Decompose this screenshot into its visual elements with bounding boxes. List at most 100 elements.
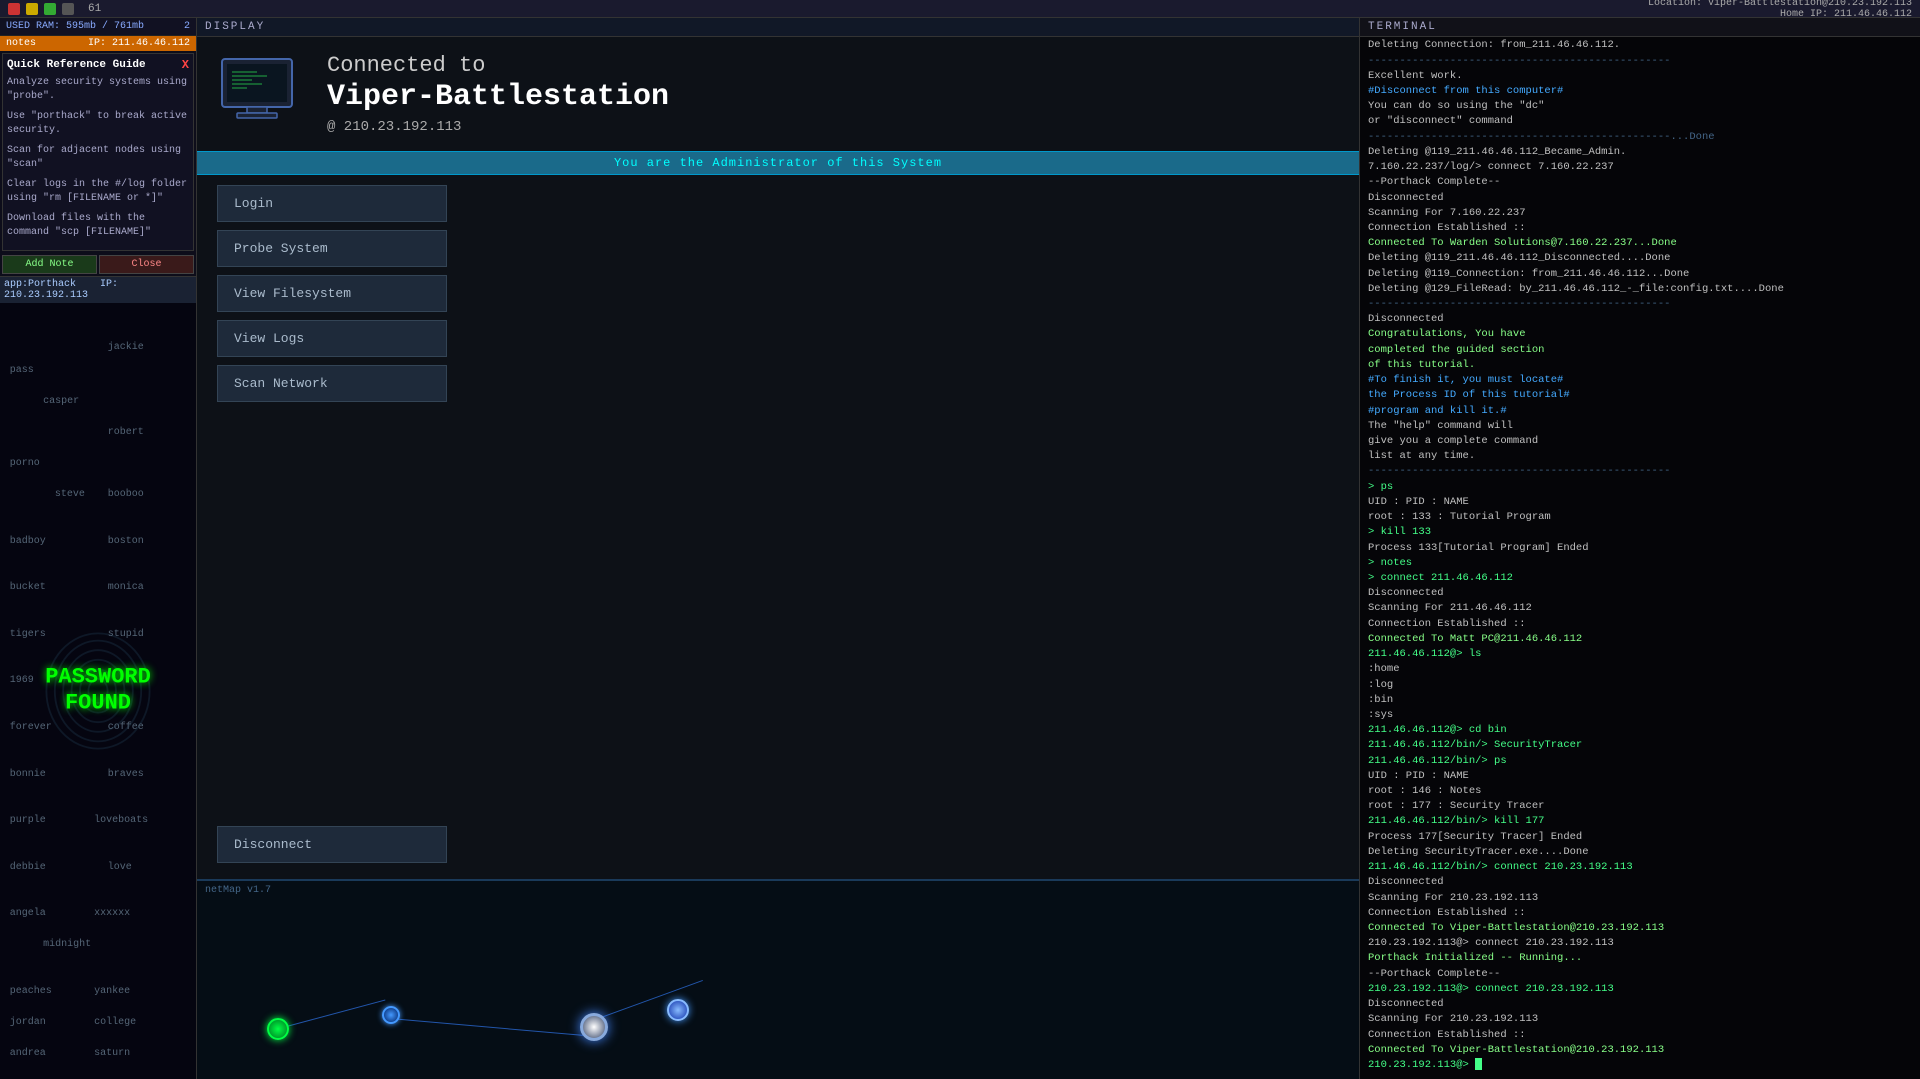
word-item: midnight bbox=[43, 939, 91, 950]
terminal-line: Disconnected bbox=[1368, 586, 1912, 601]
terminal-line: or "disconnect" command bbox=[1368, 114, 1912, 129]
terminal-line: :sys bbox=[1368, 708, 1912, 723]
word-item: bonnie bbox=[10, 769, 46, 780]
terminal-line: Deleting @119_211.46.46.112_Disconnected… bbox=[1368, 251, 1912, 266]
terminal-line: Disconnected bbox=[1368, 312, 1912, 327]
terminal-line: Connected To Viper-Battlestation@210.23.… bbox=[1368, 921, 1912, 936]
terminal-line: Deleting @119_Connection: from_211.46.46… bbox=[1368, 267, 1912, 282]
qr-line-2: Use "porthack" to break active security. bbox=[7, 110, 189, 138]
terminal-line: Disconnected bbox=[1368, 875, 1912, 890]
terminal-line: the Process ID of this tutorial# bbox=[1368, 388, 1912, 403]
location-label: Location: Viper-Battlestation@210.23.192… bbox=[1648, 0, 1912, 9]
terminal-line: 210.23.192.113@> connect 210.23.192.113 bbox=[1368, 982, 1912, 997]
qr-line-5: Download files with the command "scp [FI… bbox=[7, 212, 189, 240]
config-btn[interactable] bbox=[62, 3, 74, 15]
settings-btn[interactable] bbox=[44, 3, 56, 15]
display-header: DISPLAY bbox=[197, 18, 1359, 37]
terminal-line: Connection Established :: bbox=[1368, 1028, 1912, 1043]
probe-system-button[interactable]: Probe System bbox=[217, 230, 447, 267]
terminal-line: Connection Established :: bbox=[1368, 906, 1912, 921]
terminal-line: 211.46.46.112/bin/> kill 177 bbox=[1368, 814, 1912, 829]
terminal-line: of this tutorial. bbox=[1368, 358, 1912, 373]
disconnect-button[interactable]: Disconnect bbox=[217, 826, 447, 863]
terminal-line: Scanning For 7.160.22.237 bbox=[1368, 206, 1912, 221]
disconnect-section: Disconnect bbox=[197, 816, 1359, 879]
terminal-line: root : 177 : Security Tracer bbox=[1368, 799, 1912, 814]
terminal-cursor bbox=[1475, 1058, 1482, 1070]
terminal-line: The "help" command will bbox=[1368, 419, 1912, 434]
titlebar: 61 Location: Viper-Battlestation@210.23.… bbox=[0, 0, 1920, 18]
system-name: Viper-Battlestation bbox=[327, 79, 1339, 115]
word-item: forever bbox=[10, 722, 52, 733]
word-item: loveboats bbox=[94, 815, 148, 826]
network-node-active[interactable] bbox=[580, 1013, 608, 1041]
terminal-line: list at any time. bbox=[1368, 449, 1912, 464]
ip-value: IP: 211.46.46.112 bbox=[88, 38, 190, 49]
add-note-button[interactable]: Add Note bbox=[2, 255, 97, 274]
terminal-line: 211.46.46.112/bin/> connect 210.23.192.1… bbox=[1368, 860, 1912, 875]
word-item: tigers bbox=[10, 629, 46, 640]
word-item: peaches bbox=[10, 986, 52, 997]
login-button[interactable]: Login bbox=[217, 185, 447, 222]
terminal-line: 211.46.46.112@> cd bin bbox=[1368, 723, 1912, 738]
terminal-line: Connected To Matt PC@211.46.46.112 bbox=[1368, 632, 1912, 647]
terminal-line: You can do so using the "dc" bbox=[1368, 99, 1912, 114]
terminal-line: Excellent work. bbox=[1368, 69, 1912, 84]
word-item: boston bbox=[108, 536, 144, 547]
network-node-blue-2[interactable] bbox=[667, 999, 689, 1021]
network-node-green[interactable] bbox=[267, 1018, 289, 1040]
terminal-line: > kill 133 bbox=[1368, 525, 1912, 540]
terminal-line: Deleting Connection: from_211.46.46.112. bbox=[1368, 38, 1912, 53]
terminal-line: Process 133[Tutorial Program] Ended bbox=[1368, 541, 1912, 556]
view-filesystem-button[interactable]: View Filesystem bbox=[217, 275, 447, 312]
word-item: andrea bbox=[10, 1048, 46, 1059]
view-logs-button[interactable]: View Logs bbox=[217, 320, 447, 357]
titlebar-info: Location: Viper-Battlestation@210.23.192… bbox=[1648, 0, 1912, 20]
ram-count: 2 bbox=[184, 21, 190, 32]
terminal-content[interactable]: Note: the wildcard "*" indicates"All".--… bbox=[1360, 37, 1920, 1079]
terminal-line: ----------------------------------------… bbox=[1368, 54, 1912, 69]
terminal-line: Disconnected bbox=[1368, 191, 1912, 206]
close-window-btn[interactable] bbox=[8, 3, 20, 15]
terminal-line: UID : PID : NAME bbox=[1368, 769, 1912, 784]
titlebar-counter: 61 bbox=[88, 3, 101, 15]
notes-label: notes bbox=[6, 38, 36, 49]
terminal-line: 7.160.22.237/log/> connect 7.160.22.237 bbox=[1368, 160, 1912, 175]
quick-reference-panel: Quick Reference Guide X Analyze security… bbox=[2, 53, 194, 251]
word-item: pass bbox=[10, 365, 34, 376]
terminal-line: Disconnected bbox=[1368, 997, 1912, 1012]
terminal-line: UID : PID : NAME bbox=[1368, 495, 1912, 510]
word-item: jackie bbox=[108, 342, 144, 353]
scan-network-button[interactable]: Scan Network bbox=[217, 365, 447, 402]
qr-line-3: Scan for adjacent nodes using "scan" bbox=[7, 144, 189, 172]
net-line bbox=[279, 1000, 386, 1029]
terminal-line: Scanning For 211.46.46.112 bbox=[1368, 601, 1912, 616]
word-item: bucket bbox=[10, 582, 46, 593]
word-item: coffee bbox=[108, 722, 144, 733]
terminal-line: Scanning For 210.23.192.113 bbox=[1368, 891, 1912, 906]
word-item: jordan bbox=[10, 1017, 46, 1028]
net-line bbox=[390, 1018, 589, 1036]
terminal-line: root : 133 : Tutorial Program bbox=[1368, 510, 1912, 525]
netmap-section: netMap v1.7 bbox=[197, 879, 1359, 1079]
computer-icon bbox=[217, 54, 307, 134]
terminal-line: Porthack Initialized -- Running... bbox=[1368, 951, 1912, 966]
terminal-line: root : 146 : Notes bbox=[1368, 784, 1912, 799]
word-item: purple bbox=[10, 815, 46, 826]
word-item: braves bbox=[108, 769, 144, 780]
network-node-blue-1[interactable] bbox=[382, 1006, 400, 1024]
word-item: booboo bbox=[108, 489, 144, 500]
minimize-window-btn[interactable] bbox=[26, 3, 38, 15]
connection-info: Connected to Viper-Battlestation @ 210.2… bbox=[197, 37, 1359, 151]
terminal-line: :log bbox=[1368, 678, 1912, 693]
word-item: porno bbox=[10, 458, 40, 469]
titlebar-controls: 61 bbox=[8, 3, 101, 15]
terminal-line: completed the guided section bbox=[1368, 343, 1912, 358]
terminal-line: 211.46.46.112@> ls bbox=[1368, 647, 1912, 662]
main-layout: USED RAM: 595mb / 761mb 2 notes IP: 211.… bbox=[0, 18, 1920, 1079]
netmap-label: netMap v1.7 bbox=[205, 885, 271, 896]
terminal-line: > ps bbox=[1368, 480, 1912, 495]
quick-ref-close-btn[interactable]: X bbox=[182, 58, 189, 72]
terminal-line: --Porthack Complete-- bbox=[1368, 967, 1912, 982]
close-button[interactable]: Close bbox=[99, 255, 194, 274]
